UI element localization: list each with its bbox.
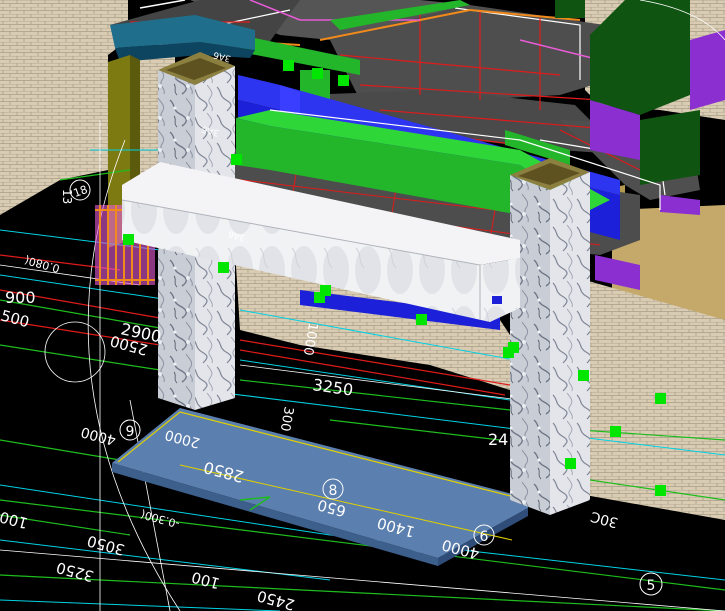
purple-block-2 xyxy=(690,30,725,110)
cad-3d-viewport[interactable]: 9 8 6 5 18 900 500 2900 2500 1000 3250 3… xyxy=(0,0,725,611)
dim-13: 13 xyxy=(60,189,74,204)
svg-text:9: 9 xyxy=(126,424,135,440)
svg-text:5: 5 xyxy=(647,578,656,594)
dim-24: 24 xyxy=(488,430,508,449)
pillar-right xyxy=(510,158,590,515)
dim-900: 900 xyxy=(5,288,36,307)
dark-green-block-3 xyxy=(555,0,585,18)
model-scene[interactable]: 9 8 6 5 18 900 500 2900 2500 1000 3250 3… xyxy=(0,0,725,611)
svg-text:8: 8 xyxy=(329,483,338,499)
crossbeam-notch xyxy=(492,296,502,304)
dark-green-block-2 xyxy=(640,110,700,185)
svg-text:6: 6 xyxy=(480,529,489,545)
